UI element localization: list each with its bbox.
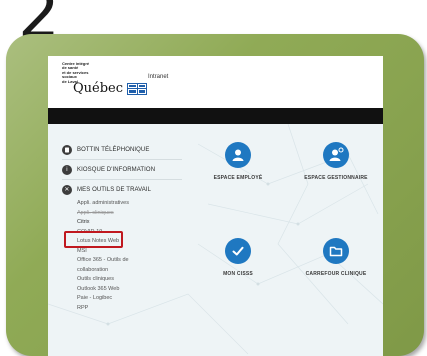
- submenu-item[interactable]: Outlook 365 Web: [77, 285, 182, 295]
- menu-item-label: BOTTIN TÉLÉPHONIQUE: [77, 146, 150, 153]
- tile-label: ESPACE EMPLOYÉ: [213, 175, 263, 181]
- tile-mon-cisss[interactable]: MON CISSS: [198, 238, 278, 278]
- screenshot-frame: Centre intégré de santé et de services s…: [6, 34, 424, 356]
- quebec-wordmark: Québec: [73, 81, 124, 96]
- submenu-item[interactable]: RPP: [77, 304, 182, 314]
- menu-item-kiosque[interactable]: i KIOSQUE D'INFORMATION: [62, 160, 182, 180]
- folder-icon: [323, 238, 349, 264]
- tile-espace-employe[interactable]: ESPACE EMPLOYÉ: [198, 142, 278, 182]
- tools-submenu: Appli. administratives Appli. cliniques …: [62, 199, 182, 313]
- menu-item-label: MES OUTILS DE TRAVAIL: [77, 186, 152, 193]
- tile-label: MON CISSS: [223, 271, 253, 277]
- tile-carrefour-clinique[interactable]: CARREFOUR CLINIQUE: [296, 238, 376, 278]
- info-icon: i: [62, 164, 72, 175]
- tools-icon: ✕: [62, 184, 72, 195]
- check-icon: [225, 238, 251, 264]
- citrix-highlight-box: [64, 231, 123, 248]
- left-menu: BOTTIN TÉLÉPHONIQUE i KIOSQUE D'INFORMAT…: [62, 140, 182, 313]
- submenu-item[interactable]: Appli. cliniques: [77, 209, 182, 219]
- submenu-item[interactable]: Office 365 - Outils de collaboration: [77, 256, 157, 275]
- submenu-item[interactable]: Appli. administratives: [77, 199, 182, 209]
- menu-item-label: KIOSQUE D'INFORMATION: [77, 166, 156, 173]
- submenu-item[interactable]: Outils cliniques: [77, 275, 182, 285]
- submenu-item-citrix[interactable]: Citrix: [77, 218, 182, 228]
- tile-label: CARREFOUR CLINIQUE: [305, 271, 367, 277]
- intranet-page: Centre intégré de santé et de services s…: [48, 56, 383, 356]
- manager-icon: [323, 142, 349, 168]
- tile-label: ESPACE GESTIONNAIRE: [304, 175, 368, 181]
- phonebook-icon: [62, 144, 72, 155]
- site-header: Centre intégré de santé et de services s…: [48, 56, 383, 108]
- user-icon: [225, 142, 251, 168]
- menu-item-bottin[interactable]: BOTTIN TÉLÉPHONIQUE: [62, 140, 182, 160]
- quebec-logo[interactable]: Québec: [73, 81, 148, 96]
- fleurdelise-icon: [127, 82, 148, 95]
- intranet-label: Intranet: [148, 74, 169, 80]
- tile-espace-gestionnaire[interactable]: ESPACE GESTIONNAIRE: [296, 142, 376, 182]
- main-content: BOTTIN TÉLÉPHONIQUE i KIOSQUE D'INFORMAT…: [48, 124, 383, 356]
- submenu-item[interactable]: Paie - Logibec: [77, 294, 182, 304]
- menu-item-outils[interactable]: ✕ MES OUTILS DE TRAVAIL: [62, 180, 182, 199]
- navigation-bar: [48, 108, 383, 124]
